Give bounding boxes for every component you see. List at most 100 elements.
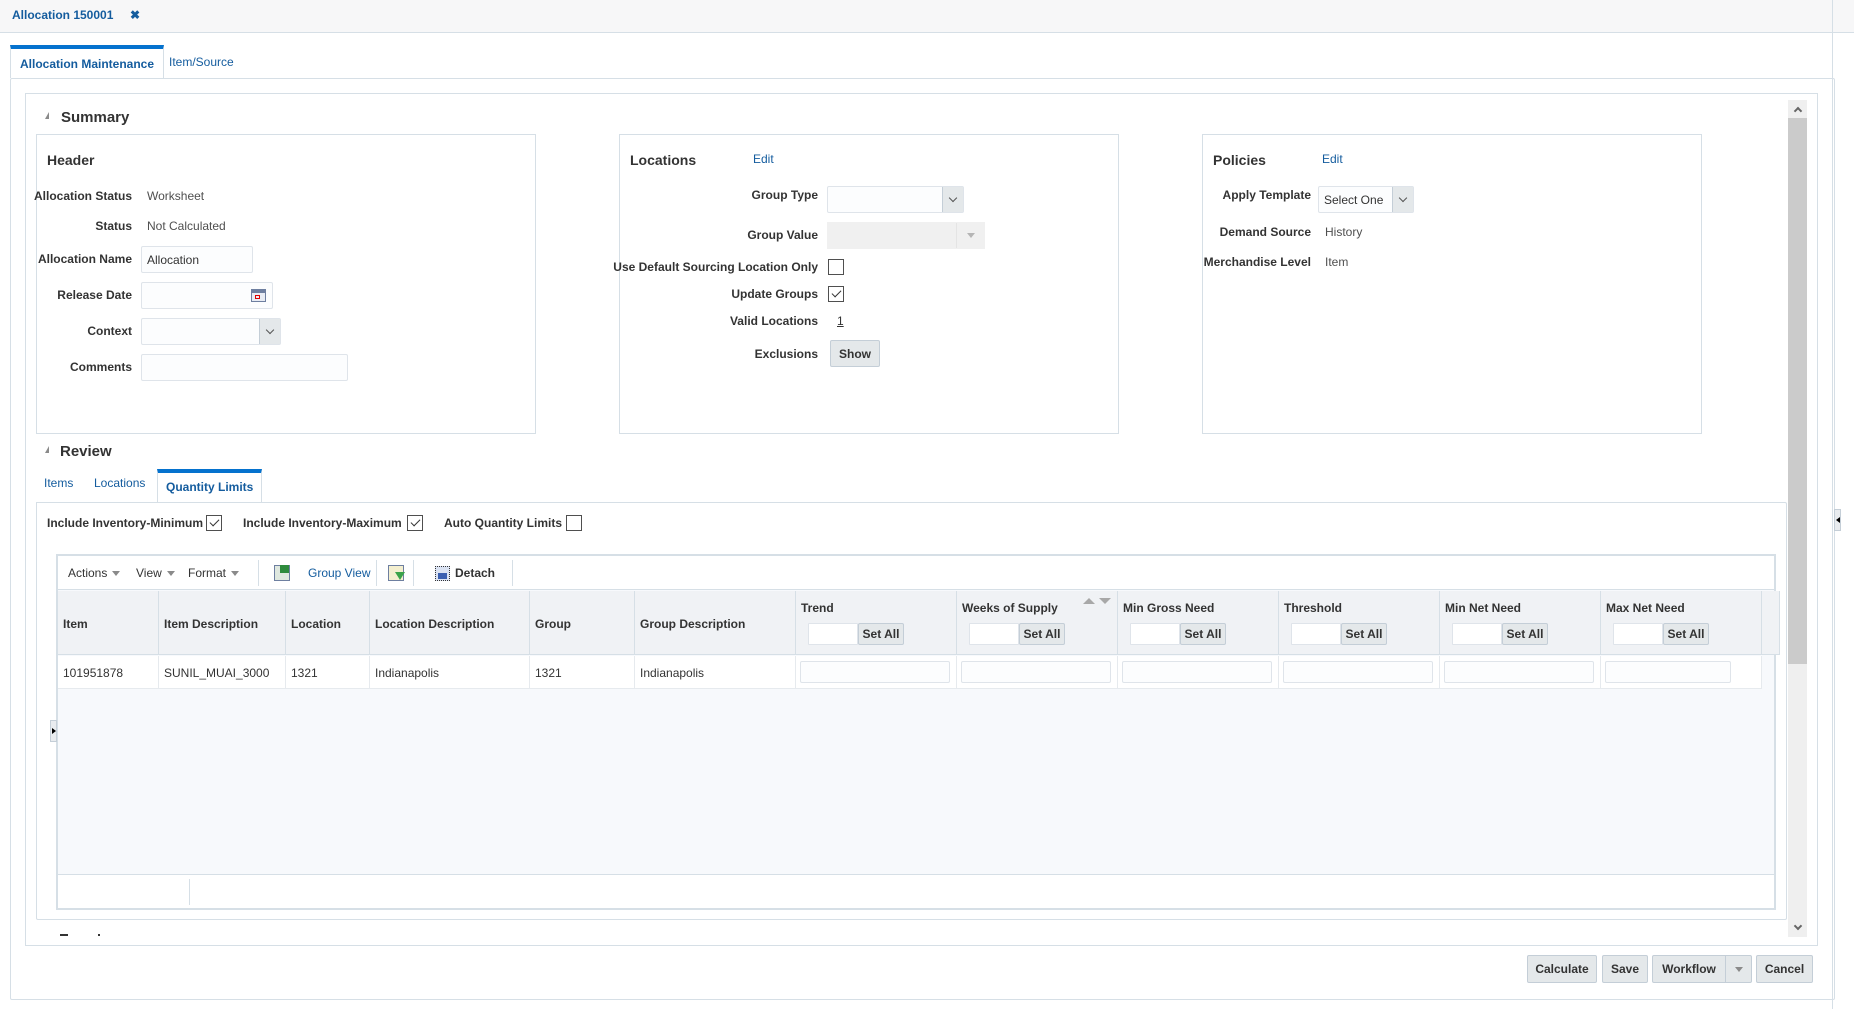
detach-button[interactable]: Detach <box>455 566 495 580</box>
table-cell-max-net-need <box>1601 656 1762 689</box>
column-header[interactable]: Min Gross Need Set All <box>1118 591 1279 655</box>
column-header[interactable]: Location Description <box>370 591 530 655</box>
column-header[interactable]: Min Net Need Set All <box>1440 591 1601 655</box>
table-cell-item[interactable]: 101951878 <box>58 656 159 689</box>
locations-panel-title: Locations <box>630 152 697 168</box>
summary-collapse-icon[interactable] <box>45 112 49 119</box>
cell-text: 101951878 <box>63 666 124 680</box>
sort-icon[interactable] <box>1083 598 1111 604</box>
column-header[interactable]: Group Description <box>635 591 796 655</box>
column-header-label: Item <box>63 617 88 631</box>
scroll-down-icon[interactable] <box>1788 919 1807 937</box>
workflow-dropdown-icon[interactable] <box>1726 966 1751 972</box>
include-inventory-minimum-checkbox[interactable] <box>206 515 222 531</box>
actions-menu[interactable]: Actions <box>68 566 121 580</box>
table-cell-group-description[interactable]: Indianapolis <box>635 656 796 689</box>
weeks-of-supply-input[interactable] <box>961 661 1111 683</box>
include-inventory-maximum-checkbox[interactable] <box>407 515 423 531</box>
set-all-button[interactable]: Set All <box>1502 623 1548 645</box>
column-header[interactable]: Item <box>58 591 159 655</box>
min-gross-need-input[interactable] <box>1122 661 1272 683</box>
column-header-label: Group <box>535 617 571 631</box>
review-tab-quantity-limits[interactable]: Quantity Limits <box>157 469 263 502</box>
use-default-sourcing-checkbox[interactable] <box>828 259 844 275</box>
tab-item-source[interactable]: Item/Source <box>160 45 243 78</box>
valid-locations-link[interactable]: 1 <box>837 314 844 328</box>
close-icon[interactable]: ✖ <box>130 8 140 22</box>
column-header[interactable]: Threshold Set All <box>1279 591 1440 655</box>
column-header[interactable]: Trend Set All <box>796 591 957 655</box>
release-date-input[interactable] <box>141 282 273 309</box>
export-to-excel-icon[interactable] <box>274 565 290 581</box>
review-tab-locations[interactable]: Locations <box>94 476 145 490</box>
collapse-pane-handle[interactable] <box>1834 509 1841 531</box>
workflow-label: Workflow <box>1662 962 1716 976</box>
group-view-link[interactable]: Group View <box>308 566 370 580</box>
set-all-input[interactable] <box>808 623 858 645</box>
expand-panel-handle[interactable] <box>50 720 57 742</box>
set-all-input[interactable] <box>969 623 1019 645</box>
update-groups-checkbox[interactable] <box>828 286 844 302</box>
dropdown-arrow-icon <box>112 570 121 576</box>
set-all-input[interactable] <box>1613 623 1663 645</box>
set-all-button[interactable]: Set All <box>1341 623 1387 645</box>
column-header[interactable]: Location <box>286 591 370 655</box>
policies-edit-link[interactable]: Edit <box>1322 152 1343 166</box>
review-title: Review <box>60 443 112 460</box>
threshold-input[interactable] <box>1283 661 1433 683</box>
column-header[interactable]: Item Description <box>159 591 286 655</box>
view-menu[interactable]: View <box>136 566 175 580</box>
sort-descending-icon[interactable] <box>1099 598 1111 604</box>
apply-template-select[interactable]: Select One <box>1318 186 1414 213</box>
calculate-button[interactable]: Calculate <box>1527 955 1597 983</box>
detach-icon[interactable] <box>435 566 450 581</box>
review-tab-items[interactable]: Items <box>44 476 73 490</box>
column-header[interactable]: Group <box>530 591 635 655</box>
set-all-button[interactable]: Set All <box>1180 623 1226 645</box>
table-cell-group[interactable]: 1321 <box>530 656 635 689</box>
auto-quantity-limits-checkbox[interactable] <box>566 515 582 531</box>
min-net-need-input[interactable] <box>1444 661 1594 683</box>
set-all-input[interactable] <box>1452 623 1502 645</box>
trend-input[interactable] <box>800 661 950 683</box>
dropdown-arrow-icon <box>231 570 240 576</box>
max-net-need-input[interactable] <box>1605 661 1731 683</box>
column-header[interactable]: Max Net Need Set All <box>1601 591 1762 655</box>
vertical-scrollbar[interactable] <box>1788 100 1807 937</box>
comments-input[interactable] <box>141 354 348 381</box>
chevron-down-icon[interactable] <box>1392 187 1413 212</box>
scrollbar-thumb[interactable] <box>1788 118 1807 664</box>
set-all-button[interactable]: Set All <box>1019 623 1065 645</box>
save-button[interactable]: Save <box>1602 955 1648 983</box>
group-type-select[interactable] <box>827 186 964 213</box>
table-cell-location[interactable]: 1321 <box>286 656 370 689</box>
set-all-button[interactable]: Set All <box>858 623 904 645</box>
review-collapse-icon[interactable] <box>45 446 49 453</box>
chevron-down-icon[interactable] <box>942 187 963 212</box>
column-header-filler <box>1762 591 1780 655</box>
format-menu[interactable]: Format <box>188 566 240 580</box>
sort-ascending-icon[interactable] <box>1083 598 1095 604</box>
table-cell-location-description[interactable]: Indianapolis <box>370 656 530 689</box>
show-exclusions-button[interactable]: Show <box>830 340 880 367</box>
cancel-button[interactable]: Cancel <box>1756 955 1813 983</box>
set-all-button[interactable]: Set All <box>1663 623 1709 645</box>
query-by-example-icon[interactable] <box>388 565 405 581</box>
document-tab-title[interactable]: Allocation 150001 <box>12 8 113 22</box>
column-header[interactable]: Weeks of Supply Set All <box>957 591 1118 655</box>
document-tab-bar: Allocation 150001 ✖ <box>0 0 1854 33</box>
tab-allocation-maintenance[interactable]: Allocation Maintenance <box>10 45 165 78</box>
chevron-down-icon[interactable] <box>259 319 280 344</box>
allocation-name-input[interactable] <box>141 246 253 273</box>
format-menu-label: Format <box>188 566 227 580</box>
checkmark-icon <box>410 516 420 527</box>
calendar-icon[interactable] <box>251 289 266 302</box>
set-all-input[interactable] <box>1130 623 1180 645</box>
workflow-button[interactable]: Workflow <box>1652 955 1752 983</box>
apply-template-label: Apply Template <box>1222 188 1311 202</box>
locations-edit-link[interactable]: Edit <box>753 152 774 166</box>
context-select[interactable] <box>141 318 281 345</box>
scroll-up-icon[interactable] <box>1788 100 1807 118</box>
set-all-input[interactable] <box>1291 623 1341 645</box>
table-cell-item-description[interactable]: SUNIL_MUAI_3000 <box>159 656 286 689</box>
